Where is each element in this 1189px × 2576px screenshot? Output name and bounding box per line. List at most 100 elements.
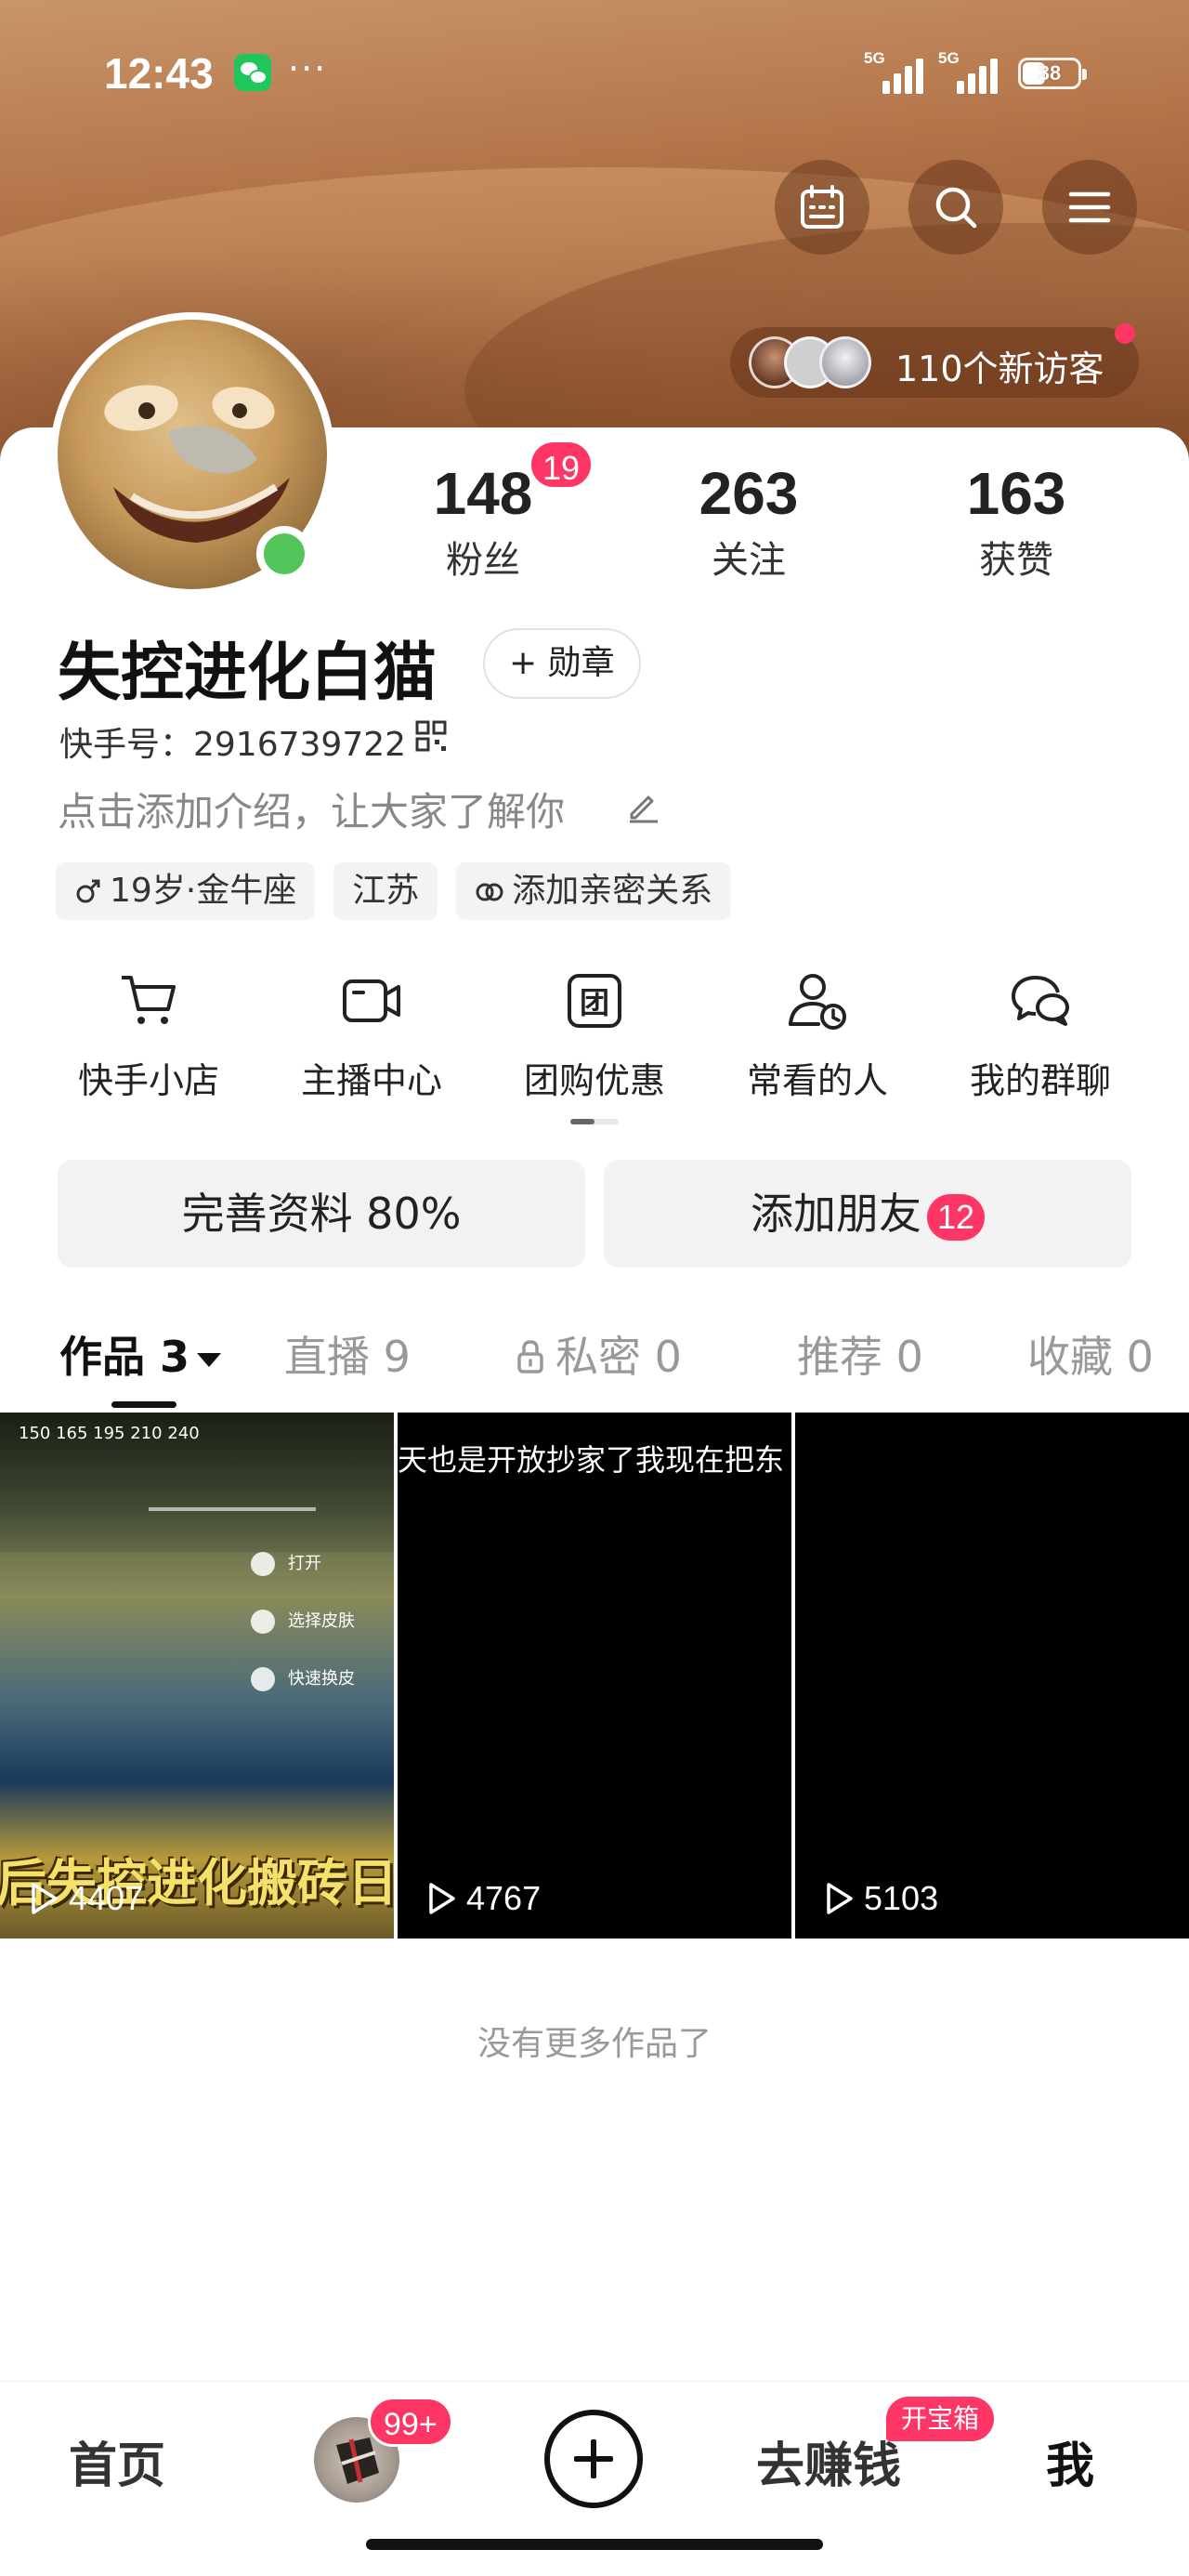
visitor-avatar — [819, 336, 871, 388]
more-dots-icon: ··· — [288, 48, 328, 89]
play-icon — [827, 1883, 853, 1914]
video-overlay-text: 天也是开放抄家了我现在把东 — [398, 1442, 785, 1478]
new-visitors-pill[interactable]: 110个新访客 — [730, 323, 1139, 398]
search-button[interactable] — [908, 160, 1003, 255]
create-post-button[interactable] — [544, 2410, 643, 2508]
shortcut-group-chat[interactable]: 我的群聊 — [929, 968, 1152, 1103]
play-count: 4767 — [425, 1879, 541, 1918]
nav-me[interactable]: 我 — [1046, 2426, 1094, 2496]
video-thumbnail[interactable]: 150 165 195 210 240 打开 选择皮肤 快速换皮 后失控进化搬砖… — [0, 1413, 394, 1939]
video-thumbnail[interactable]: 天也是开放抄家了我现在把东 4767 — [398, 1413, 791, 1939]
play-count-value: 4407 — [69, 1879, 144, 1917]
followers-label: 粉丝 — [446, 539, 520, 582]
age-zodiac-text: 19岁·金牛座 — [110, 872, 297, 910]
game-menu-item: 快速换皮 — [251, 1665, 355, 1691]
menu-button[interactable] — [1042, 160, 1137, 255]
status-bar: 12:43 ··· 5G 5G 38 — [0, 0, 1189, 149]
profile-tags: 19岁·金牛座 江苏 添加亲密关系 — [56, 862, 732, 920]
shortcut-streamer-center[interactable]: 主播中心 — [260, 968, 483, 1103]
likes-count: 163 — [966, 460, 1066, 527]
notification-dot — [1115, 323, 1135, 344]
tab-works-label: 作品 3 — [59, 1332, 190, 1382]
battery-icon: 38 — [1018, 58, 1087, 89]
add-medal-button[interactable]: + 勋章 — [483, 628, 641, 699]
add-relation-text: 添加亲密关系 — [512, 872, 713, 910]
video-camera-icon — [343, 979, 400, 1022]
stat-likes[interactable]: 163 获赞 — [923, 459, 1109, 584]
add-friends-badge: 12 — [927, 1193, 985, 1241]
wechat-icon — [234, 54, 271, 91]
lock-icon — [517, 1340, 543, 1373]
game-menu-item: 选择皮肤 — [251, 1608, 355, 1634]
shortcut-label: 快手小店 — [77, 1060, 219, 1101]
menu-icon — [1068, 191, 1111, 223]
online-status-dot — [256, 526, 312, 582]
nav-earn[interactable]: 去赚钱 — [756, 2426, 901, 2496]
game-hud-text: 150 165 195 210 240 — [19, 1424, 200, 1443]
shortcut-kuaishou-shop[interactable]: 快手小店 — [37, 968, 260, 1103]
play-count: 4407 — [28, 1879, 143, 1918]
followers-new-badge: 19 — [528, 439, 595, 491]
bio-placeholder[interactable]: 点击添加介绍，让大家了解你 — [58, 781, 565, 837]
signal-5g-icon: 5G — [864, 49, 923, 94]
male-icon — [76, 879, 100, 903]
play-count-value: 4767 — [466, 1879, 542, 1917]
complete-profile-button[interactable]: 完善资料 80% — [58, 1160, 585, 1268]
edit-icon[interactable] — [624, 786, 661, 823]
battery-level: 38 — [1038, 61, 1062, 85]
signal-label: 5G — [864, 49, 885, 67]
tab-works[interactable]: 作品 3 — [59, 1323, 222, 1385]
home-indicator — [366, 2539, 823, 2550]
shortcut-row: 快手小店 主播中心 团 团购优惠 常看的人 我的群聊 — [37, 968, 1152, 1103]
tab-private-label: 私密 0 — [555, 1332, 682, 1382]
stat-following[interactable]: 263 关注 — [656, 459, 842, 584]
following-label: 关注 — [712, 539, 786, 582]
username: 失控进化白猫 — [58, 637, 438, 710]
qr-code-icon[interactable] — [414, 719, 448, 753]
location-tag[interactable]: 江苏 — [333, 862, 438, 920]
following-count: 263 — [699, 460, 799, 527]
add-relation-tag[interactable]: 添加亲密关系 — [456, 862, 732, 920]
age-tag[interactable]: 19岁·金牛座 — [56, 862, 316, 920]
tab-favorites[interactable]: 收藏 0 — [1027, 1323, 1154, 1385]
nav-avatar-badge: 99+ — [368, 2397, 453, 2447]
signal-5g-icon: 5G — [938, 49, 998, 94]
content-tabs: 作品 3 直播 9 私密 0 推荐 0 收藏 0 — [0, 1305, 1189, 1408]
group-chat-icon — [1012, 976, 1069, 1026]
signal-label: 5G — [938, 49, 960, 67]
nav-home[interactable]: 首页 — [69, 2426, 165, 2496]
shortcut-label: 我的群聊 — [969, 1060, 1111, 1101]
complete-profile-label: 完善资料 80% — [181, 1189, 462, 1239]
link-rings-icon — [476, 883, 503, 901]
kuaishou-id[interactable]: 快手号：2916739722 — [59, 717, 406, 766]
group-buy-icon: 团 — [568, 974, 621, 1028]
video-grid: 150 165 195 210 240 打开 选择皮肤 快速换皮 后失控进化搬砖… — [0, 1413, 1189, 1939]
cart-icon — [122, 976, 176, 1024]
active-tab-indicator — [111, 1401, 176, 1408]
location-text: 江苏 — [352, 872, 420, 910]
play-icon — [429, 1883, 455, 1914]
person-clock-icon — [789, 974, 846, 1030]
shortcut-label: 主播中心 — [300, 1060, 442, 1101]
tab-live[interactable]: 直播 9 — [284, 1323, 411, 1385]
game-menu-item: 打开 — [251, 1550, 321, 1576]
game-menu-line — [149, 1507, 316, 1511]
dropdown-caret-icon — [197, 1353, 222, 1367]
add-friends-button[interactable]: 添加朋友 12 — [604, 1160, 1131, 1268]
tab-recommend[interactable]: 推荐 0 — [797, 1323, 923, 1385]
play-count-value: 5103 — [864, 1879, 939, 1917]
status-time: 12:43 — [104, 49, 214, 98]
new-visitors-text: 110个新访客 — [895, 348, 1104, 389]
video-thumbnail[interactable]: 5103 — [795, 1413, 1189, 1939]
shortcut-pager — [570, 1119, 619, 1124]
shortcut-group-buy[interactable]: 团 团购优惠 — [483, 968, 706, 1103]
tab-private[interactable]: 私密 0 — [515, 1323, 682, 1385]
shortcut-label: 常看的人 — [746, 1060, 888, 1101]
calendar-button[interactable] — [775, 160, 869, 255]
play-count: 5103 — [823, 1879, 938, 1918]
play-icon — [32, 1883, 58, 1914]
add-friends-label: 添加朋友 — [751, 1189, 921, 1239]
svg-text:团: 团 — [580, 985, 609, 1020]
shortcut-frequent-people[interactable]: 常看的人 — [706, 968, 929, 1103]
likes-label: 获赞 — [979, 539, 1053, 582]
